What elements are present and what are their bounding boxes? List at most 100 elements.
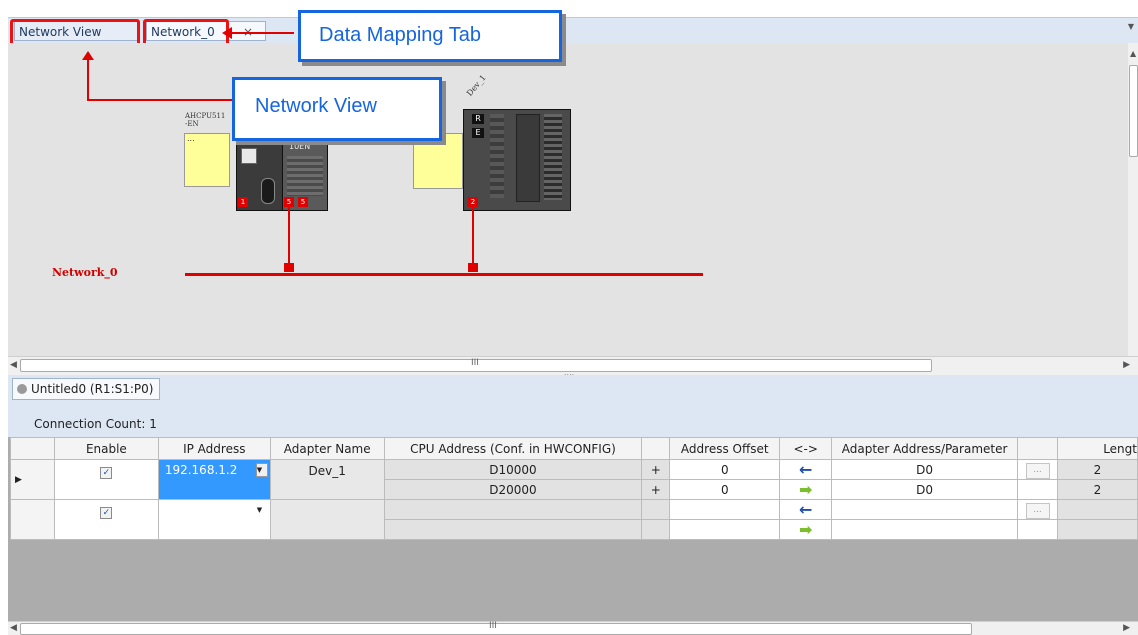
ethernet-port-5b[interactable]: 5: [298, 197, 308, 207]
header-length[interactable]: Lengt: [1056, 437, 1138, 460]
remote-device-module[interactable]: R E: [463, 109, 571, 211]
ip-address-field[interactable]: ▼: [157, 499, 271, 540]
offset-cell[interactable]: [669, 499, 781, 520]
adapter-name-cell: Dev_1: [269, 459, 385, 500]
browse-cell: [1017, 519, 1058, 540]
adapter-name-cell: [269, 499, 385, 540]
ip-dropdown-icon[interactable]: ▼: [255, 503, 268, 517]
cpu-model-label: AHCPU511 -EN: [185, 112, 226, 128]
mapping-panel-header: [8, 375, 1138, 401]
length-cell[interactable]: [1056, 519, 1138, 540]
callout-data-mapping-tab: Data Mapping Tab: [298, 10, 562, 62]
ethernet-module-io: [287, 156, 323, 196]
remote-io-block: [516, 114, 540, 202]
header-address-offset[interactable]: Address Offset: [669, 437, 781, 460]
cpu-card-slot: [261, 178, 275, 204]
remote-io-terminal-b: [544, 114, 562, 200]
status-dot-icon: [17, 384, 27, 394]
cpu-address-cell[interactable]: [383, 519, 643, 540]
ethernet-port-5a[interactable]: 5: [284, 197, 294, 207]
canvas-vertical-thumb[interactable]: [1129, 65, 1138, 157]
connection-info-area: [8, 401, 1138, 437]
network-bus-line[interactable]: [185, 273, 703, 276]
direction-write-icon[interactable]: ➡: [779, 519, 833, 540]
adapter-address-cell[interactable]: D0: [831, 479, 1019, 500]
length-cell[interactable]: 2: [1056, 479, 1138, 500]
tab-untitled0[interactable]: Untitled0 (R1:S1:P0): [12, 378, 160, 400]
offset-cell[interactable]: 0: [669, 459, 781, 480]
header-enable[interactable]: Enable: [53, 437, 159, 460]
header-cpu-address[interactable]: CPU Address (Conf. in HWCONFIG): [383, 437, 643, 460]
cpu-address-cell[interactable]: [383, 499, 643, 520]
network-canvas[interactable]: AHCPU511 -EN ... 1 10EN 5 5 Dev_1 R E 2 …: [8, 43, 1128, 356]
data-mapping-grid[interactable]: Enable IP Address Adapter Name CPU Addre…: [8, 437, 1138, 621]
data-mapping-table: Enable IP Address Adapter Name CPU Addre…: [10, 437, 1138, 540]
canvas-horizontal-scrollbar[interactable]: ◀ III ▶ ....: [8, 356, 1138, 377]
table-header-row: Enable IP Address Adapter Name CPU Addre…: [10, 437, 1138, 460]
device-connection-node: [468, 263, 478, 272]
device-info-box[interactable]: [413, 133, 463, 189]
offset-cell[interactable]: 0: [669, 479, 781, 500]
offset-cell[interactable]: [669, 519, 781, 540]
browse-button[interactable]: ...: [1017, 499, 1058, 520]
plus-cell: [641, 499, 671, 520]
ip-address-field[interactable]: 192.168.1.2 ▼: [157, 459, 271, 500]
device-connection-line: [472, 207, 474, 263]
adapter-address-cell[interactable]: [831, 519, 1019, 540]
cpu-port-1[interactable]: 1: [238, 197, 248, 207]
header-direction[interactable]: <->: [779, 437, 833, 460]
remote-io-terminal-a: [490, 114, 504, 198]
device-name-label: Dev_1: [464, 73, 488, 98]
scroll-right-icon[interactable]: ▶: [1123, 360, 1130, 370]
table-row[interactable]: ▶ ✓ 192.168.1.2 ▼ Dev_1 D10000 + 0 ← D0 .…: [10, 459, 1138, 500]
cpu-info-box[interactable]: ...: [184, 133, 230, 187]
row-indicator: [10, 499, 55, 540]
canvas-vertical-scrollbar[interactable]: ▲: [1128, 43, 1138, 356]
adapter-address-cell[interactable]: D0: [831, 459, 1019, 480]
scroll-left-icon[interactable]: ◀: [10, 360, 17, 370]
cpu-connection-node: [284, 263, 294, 272]
row-pointer-icon: ▶: [10, 459, 55, 500]
header-indicator: [10, 437, 55, 460]
scroll-up-icon[interactable]: ▲: [1130, 49, 1136, 58]
direction-read-icon[interactable]: ←: [779, 499, 833, 520]
canvas-horizontal-thumb[interactable]: III: [20, 358, 932, 372]
callout-connector-horizontal: [87, 99, 235, 101]
tab-list-dropdown-icon[interactable]: ▼: [1128, 22, 1134, 31]
direction-read-icon[interactable]: ←: [779, 459, 833, 480]
led-e: E: [472, 128, 484, 138]
enable-checkbox[interactable]: ✓: [53, 499, 159, 540]
callout-connector-datamap: [232, 32, 294, 34]
length-cell[interactable]: [1056, 499, 1138, 520]
callout-arrow-left-icon: [222, 27, 232, 39]
grid-horizontal-scrollbar[interactable]: ◀ III ▶: [8, 621, 1138, 635]
grid-horizontal-thumb[interactable]: III: [20, 621, 972, 635]
cpu-address-cell[interactable]: D20000: [383, 479, 643, 500]
header-browse: [1017, 437, 1058, 460]
table-row[interactable]: ✓ ▼ ← ...: [10, 499, 1138, 540]
browse-button[interactable]: ...: [1017, 459, 1058, 480]
ethernet-module-label: 10EN: [289, 142, 311, 151]
cpu-display: [241, 148, 257, 164]
connection-count: Connection Count: 1: [34, 417, 157, 431]
network-label: Network_0: [52, 266, 118, 279]
adapter-address-cell[interactable]: [831, 499, 1019, 520]
direction-write-icon[interactable]: ➡: [779, 479, 833, 500]
callout-connector-vertical: [87, 55, 89, 101]
remote-port-2[interactable]: 2: [468, 197, 478, 207]
plus-cell: +: [641, 479, 671, 500]
scroll-left-icon[interactable]: ◀: [10, 623, 17, 633]
plus-cell: +: [641, 459, 671, 480]
header-adapter-address[interactable]: Adapter Address/Parameter: [831, 437, 1019, 460]
scroll-right-icon[interactable]: ▶: [1123, 623, 1130, 633]
cpu-connection-line: [288, 207, 290, 263]
callout-network-view: Network View: [232, 77, 442, 141]
length-cell[interactable]: 2: [1056, 459, 1138, 480]
browse-cell: [1017, 479, 1058, 500]
header-adapter-name[interactable]: Adapter Name: [269, 437, 385, 460]
enable-checkbox[interactable]: ✓: [53, 459, 159, 500]
cpu-address-cell[interactable]: D10000: [383, 459, 643, 480]
header-ip-address[interactable]: IP Address: [157, 437, 271, 460]
plus-cell: [641, 519, 671, 540]
ip-dropdown-icon[interactable]: ▼: [255, 463, 268, 477]
